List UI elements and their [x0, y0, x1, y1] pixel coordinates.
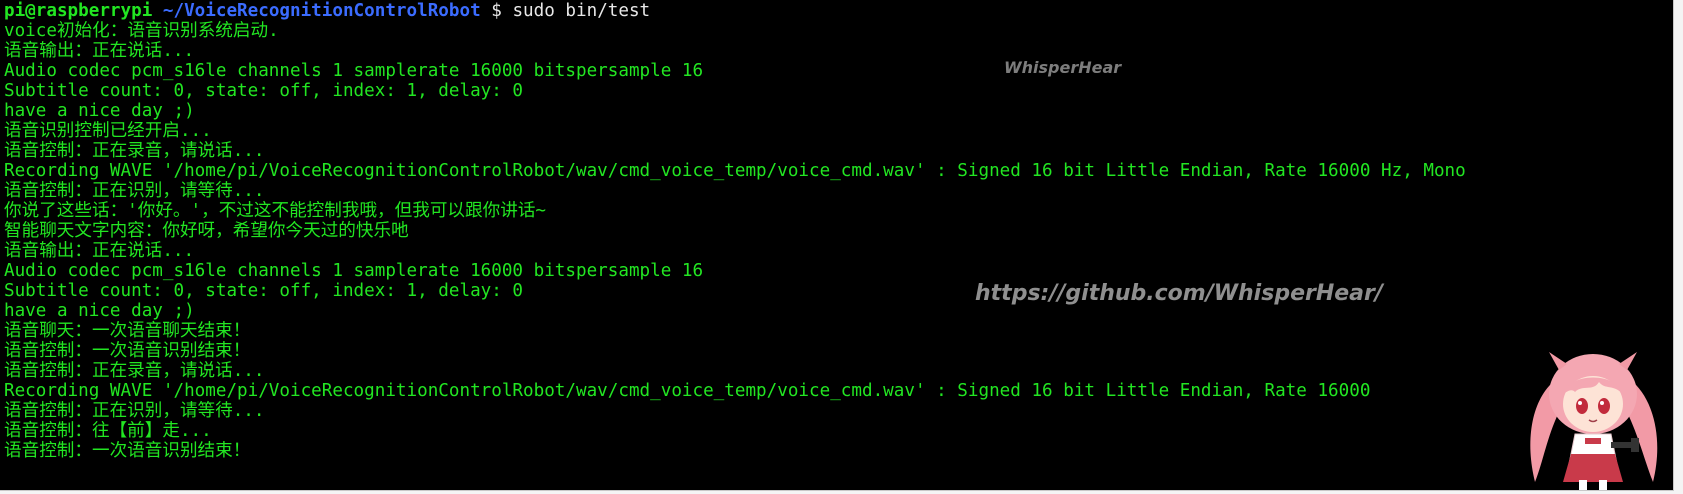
- terminal-line: 语音聊天：一次语音聊天结束！: [4, 321, 251, 341]
- terminal-output: pi@raspberrypi ~/VoiceRecognitionControl…: [4, 1, 1466, 461]
- terminal-line: Audio codec pcm_s16le channels 1 sampler…: [4, 61, 704, 81]
- terminal-line: Audio codec pcm_s16le channels 1 sampler…: [4, 261, 704, 281]
- watermark-url: https://github.com/WhisperHear/: [975, 281, 1383, 306]
- prompt-symbol: $: [491, 1, 502, 21]
- terminal-line: Recording WAVE '/home/pi/VoiceRecognitio…: [4, 161, 1466, 181]
- anime-girl-mascot-icon: [1530, 352, 1658, 490]
- terminal-line: 语音识别控制已经开启...: [4, 121, 212, 141]
- terminal-line: 语音输出：正在说话...: [4, 41, 195, 61]
- terminal-line: 智能聊天文字内容：你好呀，希望你今天过的快乐吔: [4, 221, 409, 241]
- terminal-line: voice初始化：语音识别系统启动.: [4, 21, 279, 41]
- watermark-name: WhisperHear: [1004, 58, 1122, 77]
- terminal-prompt-line: pi@raspberrypi ~/VoiceRecognitionControl…: [4, 1, 1466, 21]
- prompt-path: ~/VoiceRecognitionControlRobot: [162, 1, 481, 21]
- terminal-line: 语音控制：正在录音，请说话...: [4, 361, 265, 381]
- prompt-user-host: pi@raspberrypi: [4, 1, 153, 21]
- terminal-line: 语音控制：正在识别，请等待...: [4, 181, 265, 201]
- terminal-line: 语音控制：往【前】走...: [4, 421, 212, 441]
- terminal-window[interactable]: pi@raspberrypi ~/VoiceRecognitionControl…: [0, 0, 1674, 491]
- terminal-line: 语音控制：正在识别，请等待...: [4, 401, 265, 421]
- terminal-line: Recording WAVE '/home/pi/VoiceRecognitio…: [4, 381, 1371, 401]
- terminal-line: 语音控制：一次语音识别结束！: [4, 441, 251, 461]
- terminal-line: 语音控制：正在录音，请说话...: [4, 141, 265, 161]
- terminal-line: 你说了这些话：'你好。'，不过这不能控制我哦，但我可以跟你讲话~: [4, 201, 546, 221]
- terminal-line: Subtitle count: 0, state: off, index: 1,…: [4, 81, 524, 101]
- terminal-line: have a nice day ;): [4, 101, 195, 121]
- terminal-line: 语音输出：正在说话...: [4, 241, 195, 261]
- terminal-line: 语音控制：一次语音识别结束！: [4, 341, 251, 361]
- prompt-command: sudo bin/test: [512, 1, 651, 21]
